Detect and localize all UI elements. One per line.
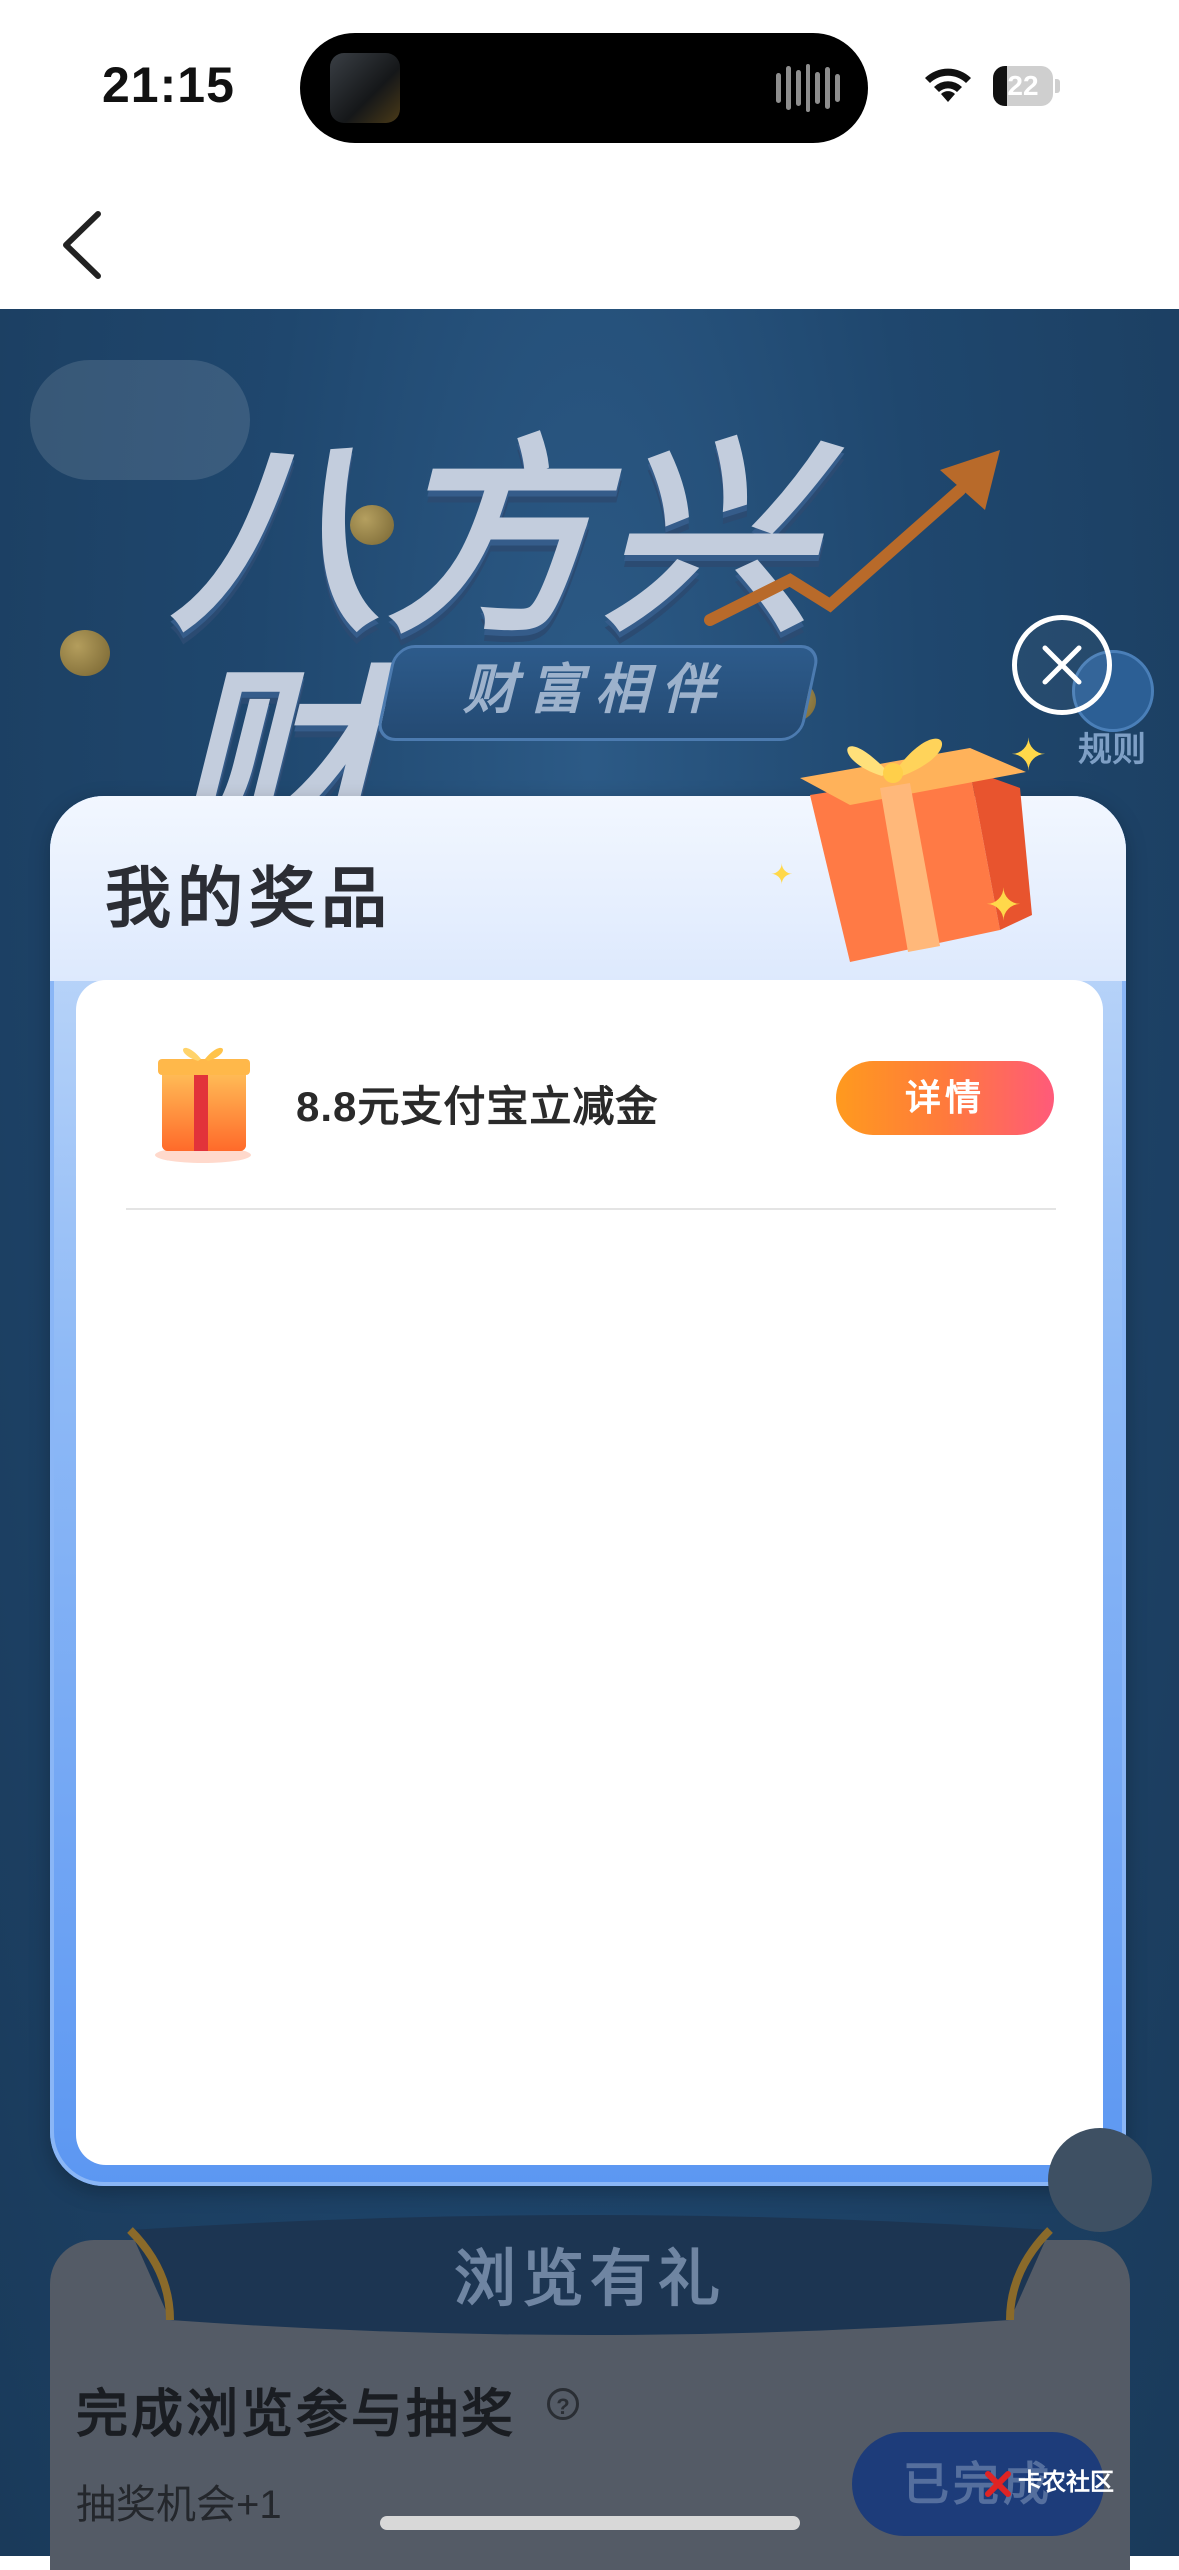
dynamic-island[interactable]: [300, 33, 868, 143]
prize-list-item: 8.8元支付宝立减金 详情: [126, 1025, 1056, 1185]
back-button[interactable]: [50, 200, 120, 290]
sparkle-icon: ✦: [1010, 731, 1047, 780]
task-title: 完成浏览参与抽奖: [76, 2386, 517, 2444]
wifi-icon: [925, 68, 971, 102]
audio-wave-icon: [776, 63, 841, 113]
coin-decoration: [60, 630, 110, 676]
list-divider: [126, 1208, 1056, 1210]
now-playing-thumbnail: [330, 53, 400, 123]
banner-subtitle: 财富相伴: [463, 660, 727, 720]
battery-icon: 22: [993, 66, 1061, 106]
battery-level: 22: [1007, 70, 1039, 101]
watermark-text: 卡农社区: [1018, 2469, 1114, 2496]
trend-arrow-icon: [704, 450, 1000, 626]
sparkle-icon: ✦: [770, 859, 794, 890]
sparkle-icon: ✦: [985, 881, 1022, 930]
home-indicator[interactable]: [380, 2516, 800, 2530]
task-reward: 抽奖机会+1: [76, 2483, 282, 2527]
close-button[interactable]: [1012, 615, 1112, 715]
gift-box-icon: [155, 1047, 251, 1163]
help-icon[interactable]: ?: [547, 2388, 579, 2420]
close-icon: [1042, 645, 1082, 685]
browse-ribbon-title: 浏览有礼: [453, 2245, 726, 2314]
prize-name: 8.8元支付宝立减金: [296, 1083, 659, 1130]
prize-detail-button[interactable]: 详情: [836, 1061, 1054, 1135]
prize-modal-title: 我的奖品: [105, 861, 393, 935]
status-time: 21:15: [102, 57, 235, 113]
watermark-logo-icon: [985, 2471, 1011, 2497]
rules-label: 规则: [1078, 731, 1146, 769]
status-bar: 21:15 22: [0, 0, 1179, 170]
